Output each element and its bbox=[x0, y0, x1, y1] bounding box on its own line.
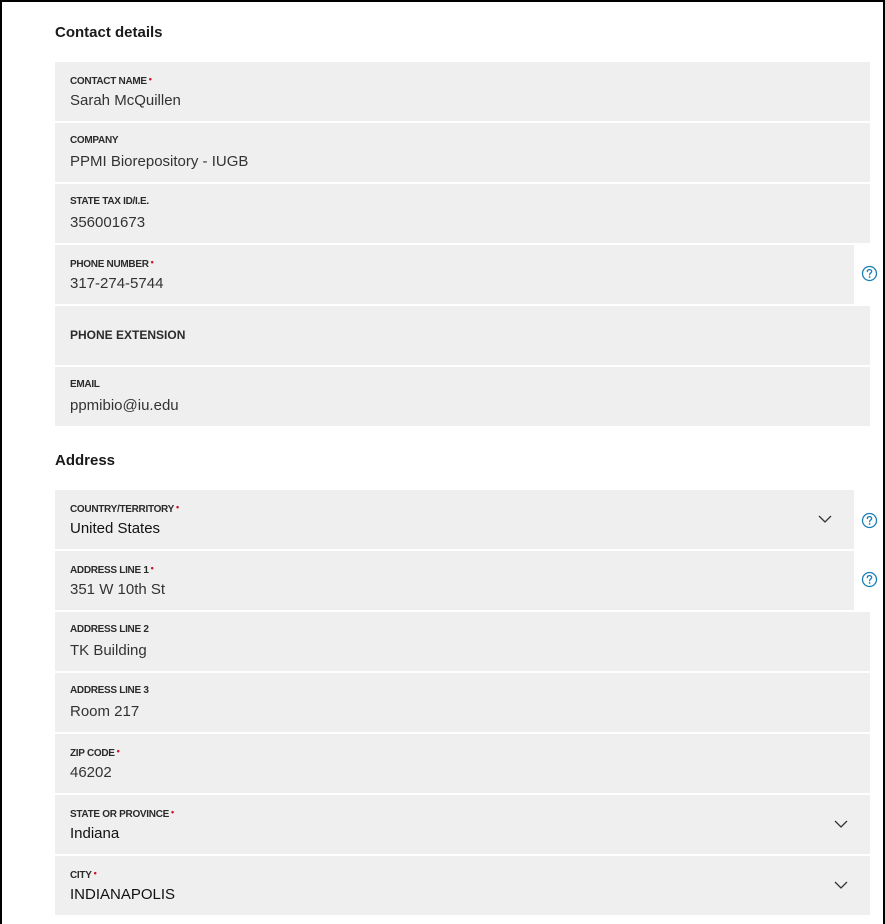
chevron-down-icon[interactable] bbox=[834, 819, 848, 829]
contact-name-field[interactable]: CONTACT NAME • Sarah McQuillen bbox=[55, 62, 870, 121]
required-marker: • bbox=[175, 502, 179, 512]
phone-help-icon[interactable] bbox=[861, 265, 878, 282]
address-line-2-label: ADDRESS LINE 2 bbox=[70, 624, 149, 635]
city-label: CITY • bbox=[70, 868, 97, 881]
phone-number-field[interactable]: PHONE NUMBER • 317-274-5744 bbox=[55, 245, 854, 304]
phone-number-value: 317-274-5744 bbox=[70, 275, 164, 292]
email-value: ppmibio@iu.edu bbox=[70, 397, 179, 414]
state-tax-id-label: STATE TAX ID/I.E. bbox=[70, 196, 149, 207]
form-container: Contact details CONTACT NAME • Sarah McQu… bbox=[0, 0, 885, 924]
address-line-3-label: ADDRESS LINE 3 bbox=[70, 685, 149, 696]
phone-number-label: PHONE NUMBER • bbox=[70, 257, 154, 270]
address-line-1-value: 351 W 10th St bbox=[70, 581, 166, 598]
phone-extension-label: PHONE EXTENSION bbox=[70, 328, 186, 342]
address-line-1-field[interactable]: ADDRESS LINE 1 • 351 W 10th St bbox=[55, 551, 854, 610]
required-marker: • bbox=[116, 746, 120, 756]
address-line-1-label: ADDRESS LINE 1 • bbox=[70, 563, 154, 576]
email-field[interactable]: EMAIL ppmibio@iu.edu bbox=[55, 367, 870, 426]
contact-details-heading: Contact details bbox=[55, 24, 163, 41]
company-label: COMPANY bbox=[70, 135, 119, 146]
required-marker: • bbox=[93, 868, 97, 878]
company-value: PPMI Biorepository - IUGB bbox=[70, 153, 249, 170]
address-line-2-value: TK Building bbox=[70, 642, 147, 659]
country-value: United States bbox=[70, 520, 161, 537]
email-label: EMAIL bbox=[70, 379, 100, 390]
chevron-down-icon[interactable] bbox=[834, 880, 848, 890]
state-value: Indiana bbox=[70, 825, 120, 842]
country-select[interactable]: COUNTRY/TERRITORY • United States bbox=[55, 490, 854, 549]
company-field[interactable]: COMPANY PPMI Biorepository - IUGB bbox=[55, 123, 870, 182]
address-line-3-field[interactable]: ADDRESS LINE 3 Room 217 bbox=[55, 673, 870, 732]
address-heading: Address bbox=[55, 452, 116, 469]
zip-code-field[interactable]: ZIP CODE • 46202 bbox=[55, 734, 870, 793]
required-marker: • bbox=[148, 74, 152, 84]
required-marker: • bbox=[170, 807, 174, 817]
city-value: INDIANAPOLIS bbox=[70, 886, 176, 903]
required-marker: • bbox=[150, 563, 154, 573]
contact-name-value: Sarah McQuillen bbox=[70, 92, 181, 109]
zip-code-value: 46202 bbox=[70, 764, 112, 781]
contact-name-label: CONTACT NAME • bbox=[70, 74, 152, 87]
address-line-3-value: Room 217 bbox=[70, 703, 140, 720]
city-select[interactable]: CITY • INDIANAPOLIS bbox=[55, 856, 870, 915]
country-label: COUNTRY/TERRITORY • bbox=[70, 502, 179, 515]
state-tax-id-field[interactable]: STATE TAX ID/I.E. 356001673 bbox=[55, 184, 870, 243]
address-help-icon[interactable] bbox=[861, 571, 878, 588]
zip-code-label: ZIP CODE • bbox=[70, 746, 120, 759]
country-help-icon[interactable] bbox=[861, 512, 878, 529]
required-marker: • bbox=[150, 257, 154, 267]
state-tax-id-value: 356001673 bbox=[70, 214, 146, 231]
phone-extension-field[interactable]: PHONE EXTENSION bbox=[55, 306, 870, 365]
chevron-down-icon[interactable] bbox=[818, 514, 832, 524]
state-select[interactable]: STATE OR PROVINCE • Indiana bbox=[55, 795, 870, 854]
state-label: STATE OR PROVINCE • bbox=[70, 807, 174, 820]
address-line-2-field[interactable]: ADDRESS LINE 2 TK Building bbox=[55, 612, 870, 671]
